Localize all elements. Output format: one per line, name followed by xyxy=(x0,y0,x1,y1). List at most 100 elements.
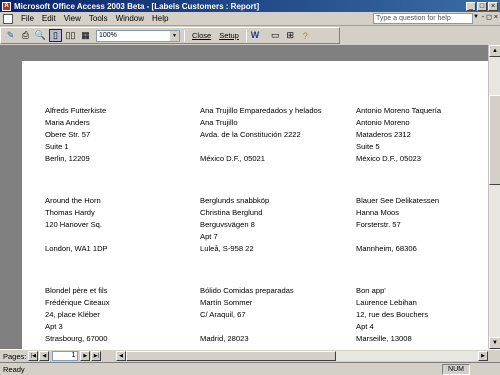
vertical-scroll-thumb[interactable] xyxy=(489,95,500,185)
pages-label: Pages: xyxy=(3,351,27,361)
label-address: Forsterstr. 57 xyxy=(356,220,401,229)
scroll-right-icon[interactable]: ▶ xyxy=(478,351,488,361)
label-city: Berlin, 12209 xyxy=(45,154,90,163)
report-doc-icon[interactable] xyxy=(3,13,13,24)
print-preview-toolbar: ✎ ⎙ 🔍 ▯ ▯▯ ▦ 100% ▼ Close Setup W ▭ ⊞ ? xyxy=(0,27,340,44)
report-page: Alfreds Futterkiste Maria Anders Obere S… xyxy=(22,61,488,349)
maximize-button[interactable]: □ xyxy=(477,1,487,11)
close-button[interactable]: Close xyxy=(189,31,214,40)
setup-button[interactable]: Setup xyxy=(216,31,242,40)
label-address: 24, place Kléber xyxy=(45,310,100,319)
label-address2 xyxy=(200,141,355,153)
label-address: 12, rue des Bouchers xyxy=(356,310,429,319)
access-app-icon[interactable]: A xyxy=(2,1,11,11)
view-design-icon[interactable]: ✎ xyxy=(4,29,17,42)
label-company: Ana Trujillo Emparedados y helados xyxy=(200,106,322,115)
label-contact: Hanna Moos xyxy=(356,208,400,217)
menu-view[interactable]: View xyxy=(60,14,85,23)
close-window-button[interactable]: × xyxy=(488,1,498,11)
zoom-value: 100% xyxy=(99,31,117,39)
office-links-icon[interactable]: W xyxy=(251,30,267,42)
zoom-dropdown-icon[interactable]: ▼ xyxy=(170,30,179,41)
menu-edit[interactable]: Edit xyxy=(38,14,60,23)
vertical-scrollbar[interactable]: ▲ ▼ xyxy=(488,45,500,349)
two-pages-icon[interactable]: ▯▯ xyxy=(64,29,77,42)
zoom-icon[interactable]: 🔍 xyxy=(34,29,47,42)
one-page-icon[interactable]: ▯ xyxy=(49,29,62,42)
menu-tools[interactable]: Tools xyxy=(85,14,112,23)
label-company: Bólido Comidas preparadas xyxy=(200,286,294,295)
label-address2 xyxy=(356,231,488,243)
label-city: México D.F., 05021 xyxy=(200,154,265,163)
label-contact: Thomas Hardy xyxy=(45,208,95,217)
label-contact: Ana Trujillo xyxy=(200,118,238,127)
label-address: Avda. de la Constitución 2222 xyxy=(200,130,301,139)
page-number-input[interactable]: 1 xyxy=(52,351,79,361)
label-city: Marseille, 13008 xyxy=(356,334,412,343)
record-navigation-bar: Pages: |◀ ◀ 1 ▶ ▶| ◀ ▶ xyxy=(0,349,500,362)
close-report-icon[interactable]: - ◻ × xyxy=(480,13,498,24)
label-company: Alfreds Futterkiste xyxy=(45,106,107,115)
report-preview-area[interactable]: Alfreds Futterkiste Maria Anders Obere S… xyxy=(0,45,488,349)
menu-file[interactable]: File xyxy=(17,14,38,23)
label-city: México D.F., 05023 xyxy=(356,154,421,163)
ask-question-input[interactable]: Type a question for help xyxy=(373,13,473,24)
label-city: Luleå, S-958 22 xyxy=(200,244,254,253)
last-page-icon[interactable]: ▶| xyxy=(91,351,102,361)
print-icon[interactable]: ⎙ xyxy=(19,29,32,42)
label-city: Mannheim, 68306 xyxy=(356,244,417,253)
mailing-label: Ana Trujillo Emparedados y helados Ana T… xyxy=(200,105,355,165)
label-company: Berglunds snabbköp xyxy=(200,196,270,205)
label-address: 120 Hanover Sq. xyxy=(45,220,102,229)
label-company: Antonio Moreno Taquería xyxy=(356,106,442,115)
mailing-label: Blauer See Delikatessen Hanna Moos Forst… xyxy=(356,195,488,255)
mailing-label: Around the Horn Thomas Hardy 120 Hanover… xyxy=(45,195,200,255)
label-company: Blondel père et fils xyxy=(45,286,108,295)
new-object-icon[interactable]: ⊞ xyxy=(284,29,297,42)
label-company: Around the Horn xyxy=(45,196,101,205)
toolbar-separator xyxy=(245,29,247,42)
previous-page-icon[interactable]: ◀ xyxy=(39,351,50,361)
scroll-down-icon[interactable]: ▼ xyxy=(489,337,500,349)
minimize-button[interactable]: _ xyxy=(466,1,476,11)
first-page-icon[interactable]: |◀ xyxy=(28,351,39,361)
mailing-label: Antonio Moreno Taquería Antonio Moreno M… xyxy=(356,105,488,165)
label-address2: Apt 7 xyxy=(200,232,218,241)
status-bar: Ready NUM xyxy=(0,362,500,375)
label-address: Obere Str. 57 xyxy=(45,130,91,139)
label-address2: Apt 3 xyxy=(45,322,63,331)
label-address2: Suite 1 xyxy=(45,142,69,151)
label-company: Blauer See Delikatessen xyxy=(356,196,440,205)
next-page-icon[interactable]: ▶ xyxy=(80,351,91,361)
label-address2 xyxy=(45,231,200,243)
label-address: Berguvsvägen 8 xyxy=(200,220,255,229)
scroll-up-icon[interactable]: ▲ xyxy=(489,45,500,57)
mailing-label: Bon app' Laurence Lebihan 12, rue des Bo… xyxy=(356,285,488,345)
label-address2: Apt 4 xyxy=(356,322,374,331)
database-window-icon[interactable]: ▭ xyxy=(269,29,282,42)
label-contact: Christina Berglund xyxy=(200,208,263,217)
label-city: Strasbourg, 67000 xyxy=(45,334,108,343)
mailing-label: Blondel père et fils Frédérique Citeaux … xyxy=(45,285,200,345)
status-text: Ready xyxy=(3,364,25,374)
title-bar: A Microsoft Office Access 2003 Beta - [L… xyxy=(0,0,500,12)
menu-window[interactable]: Window xyxy=(112,14,148,23)
help-icon[interactable]: ? xyxy=(299,29,312,42)
label-city: London, WA1 1DP xyxy=(45,244,108,253)
horizontal-scrollbar[interactable]: ◀ ▶ xyxy=(116,351,488,361)
mailing-label: Berglunds snabbköp Christina Berglund Be… xyxy=(200,195,355,255)
label-contact: Maria Anders xyxy=(45,118,90,127)
label-address2: Suite 5 xyxy=(356,142,380,151)
label-contact: Antonio Moreno xyxy=(356,118,410,127)
zoom-select[interactable]: 100% ▼ xyxy=(96,29,180,42)
label-address: Mataderos 2312 xyxy=(356,130,411,139)
label-address2 xyxy=(200,321,355,333)
menu-help[interactable]: Help xyxy=(148,14,172,23)
ask-dropdown-icon[interactable]: ▼ xyxy=(473,14,479,20)
label-contact: Laurence Lebihan xyxy=(356,298,417,307)
scroll-left-icon[interactable]: ◀ xyxy=(116,351,126,361)
multiple-pages-icon[interactable]: ▦ xyxy=(79,29,92,42)
window-title: Microsoft Office Access 2003 Beta - [Lab… xyxy=(14,1,260,11)
toolbar-separator xyxy=(184,29,185,42)
horizontal-scroll-thumb[interactable] xyxy=(126,351,336,361)
